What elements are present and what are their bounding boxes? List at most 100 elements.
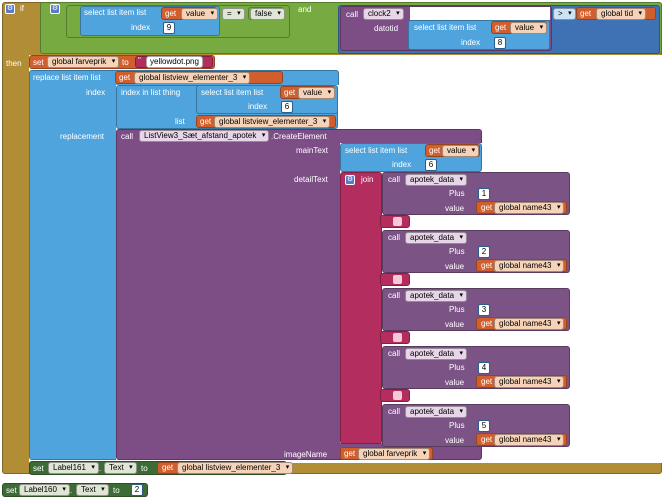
index-in-list-label: index in list thing <box>121 88 181 97</box>
gt-operator-dropdown[interactable]: > <box>553 8 576 20</box>
quote-open-icon: " <box>138 56 141 65</box>
list-var-dropdown[interactable]: global listview_elementer_3 <box>214 116 331 128</box>
empty-text-field[interactable] <box>393 275 402 284</box>
apotek-get-label: get <box>481 319 493 328</box>
plus-number[interactable]: 2 <box>478 246 490 258</box>
replace-get-label: get <box>119 73 131 82</box>
imagename-label: imageName <box>284 450 328 459</box>
gt-get-label: get <box>580 9 592 18</box>
and-label: and <box>298 5 312 14</box>
name43-dropdown[interactable]: global name43 <box>494 318 565 330</box>
apotek-proc-dropdown[interactable]: apotek_data <box>405 290 468 302</box>
maintext-value-dropdown[interactable]: value <box>442 145 480 157</box>
clock-index-number[interactable]: 8 <box>494 37 506 49</box>
apotek-call-label: call <box>388 291 401 300</box>
maintext-select-label: select list item list <box>345 146 408 155</box>
maintext-get-label: get <box>429 146 441 155</box>
label161-get-label: get <box>162 463 174 472</box>
join-block[interactable] <box>340 172 382 444</box>
plus-number[interactable]: 4 <box>478 362 490 374</box>
inner-value-dropdown[interactable]: value <box>298 87 336 99</box>
farveprik-dropdown[interactable]: global farveprik <box>47 56 120 68</box>
then-label: then <box>6 59 22 68</box>
value-label: value <box>445 436 465 445</box>
name43-dropdown[interactable]: global name43 <box>494 202 565 214</box>
label160-number[interactable]: 2 <box>131 484 143 496</box>
apotek-proc-dropdown[interactable]: apotek_data <box>405 174 468 186</box>
listview-elementer-dropdown[interactable]: global listview_elementer_3 <box>134 72 251 84</box>
get-label: get <box>165 9 177 18</box>
name43-dropdown[interactable]: global name43 <box>494 260 565 272</box>
datotid-label: datotid <box>374 24 399 33</box>
maintext-label: mainText <box>296 146 329 155</box>
label161-var-dropdown[interactable]: global listview_elementer_3 <box>177 462 294 474</box>
label161-component-dropdown[interactable]: Label161 <box>48 462 99 474</box>
compare-operator-dropdown[interactable]: = <box>222 8 245 20</box>
apotek-call-label: call <box>388 175 401 184</box>
value-label: value <box>445 378 465 387</box>
create-call-label: call <box>121 132 134 141</box>
call-label: call <box>346 10 359 19</box>
false-dropdown[interactable]: false <box>250 8 285 20</box>
plus-label: Plus <box>449 363 465 372</box>
imagename-var-dropdown[interactable]: global farveprik <box>358 448 431 460</box>
clock-get-label: get <box>495 23 507 32</box>
join-label: join <box>361 175 374 184</box>
name43-dropdown[interactable]: global name43 <box>494 434 565 446</box>
label161-to: to <box>141 464 148 473</box>
inner-select-label: select list item list <box>201 88 264 97</box>
maintext-index-label: index <box>392 160 412 169</box>
replace-label: replace list item list <box>33 73 101 82</box>
name43-dropdown[interactable]: global name43 <box>494 376 565 388</box>
yellowdot-text[interactable]: yellowdot.png <box>146 56 203 68</box>
label160-component-dropdown[interactable]: Label160 <box>19 484 70 496</box>
apotek-get-label: get <box>481 377 493 386</box>
plus-label: Plus <box>449 421 465 430</box>
value-label: value <box>445 204 465 213</box>
plus-number[interactable]: 5 <box>478 420 490 432</box>
apotek-proc-dropdown[interactable]: apotek_data <box>405 348 468 360</box>
maintext-index-number[interactable]: 6 <box>425 159 437 171</box>
select-list-item-label: select list item list <box>84 8 147 17</box>
label160-dot: . <box>70 486 73 495</box>
plus-number[interactable]: 3 <box>478 304 490 316</box>
imagename-get-label: get <box>344 449 356 458</box>
clock-value-dropdown[interactable]: value <box>510 22 548 34</box>
clock-component-dropdown[interactable]: clock2 <box>363 8 404 20</box>
index-number[interactable]: 9 <box>163 22 175 34</box>
value-label: value <box>445 320 465 329</box>
apotek-call-label: call <box>388 407 401 416</box>
mutator-gear-icon[interactable]: ⚙ <box>5 4 15 14</box>
inner-index-number[interactable]: 6 <box>281 101 293 113</box>
apotek-call-label: call <box>388 349 401 358</box>
plus-label: Plus <box>449 247 465 256</box>
inner-index-label: index <box>248 102 268 111</box>
detailtext-label: detailText <box>294 175 328 184</box>
if-label: if <box>20 4 24 13</box>
clock-index-label: index <box>461 38 481 47</box>
listview-component-dropdown[interactable]: ListView3_Sæt_afstand_apotek <box>139 130 270 142</box>
create-method-label: .CreateElement <box>271 132 327 141</box>
list-label: list <box>175 117 185 126</box>
global-tid-dropdown[interactable]: global tid <box>596 8 647 20</box>
label160-prop-dropdown[interactable]: Text <box>76 484 109 496</box>
set-label: set <box>33 58 44 67</box>
index-label: index <box>131 23 151 32</box>
apotek-get-label: get <box>481 203 493 212</box>
plus-number[interactable]: 1 <box>478 188 490 200</box>
label161-prop-dropdown[interactable]: Text <box>104 462 137 474</box>
clock-select-label: select list item list <box>414 23 477 32</box>
value-label: value <box>445 262 465 271</box>
replace-index-label: index <box>86 88 106 97</box>
empty-text-field[interactable] <box>393 217 402 226</box>
join-mutator-gear-icon[interactable]: ⚙ <box>345 175 355 185</box>
apotek-get-label: get <box>481 435 493 444</box>
label160-to: to <box>113 486 120 495</box>
empty-text-field[interactable] <box>393 333 402 342</box>
value-dropdown[interactable]: value <box>181 8 219 20</box>
and-mutator-gear-icon[interactable]: ⚙ <box>50 4 60 14</box>
set-label161-set: set <box>33 464 44 473</box>
apotek-proc-dropdown[interactable]: apotek_data <box>405 406 468 418</box>
apotek-proc-dropdown[interactable]: apotek_data <box>405 232 468 244</box>
empty-text-field[interactable] <box>393 391 402 400</box>
